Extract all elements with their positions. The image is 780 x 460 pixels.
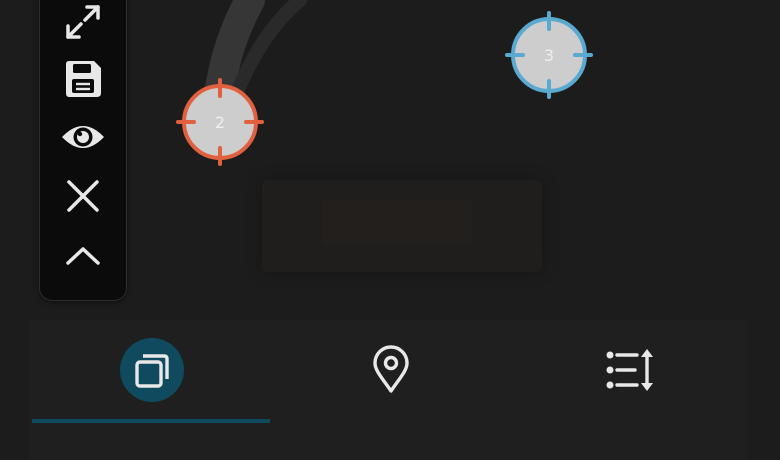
eye-icon (62, 126, 104, 148)
expand-icon (66, 5, 100, 39)
save-icon (66, 61, 101, 97)
close-button[interactable] (40, 168, 126, 224)
tab-locations[interactable] (271, 320, 510, 420)
active-tab-underline (32, 419, 270, 423)
layers-icon (134, 354, 169, 388)
faint-overlay-inner (322, 200, 472, 245)
location-pin-icon (372, 345, 409, 393)
fullscreen-button[interactable] (40, 0, 126, 50)
waypoint-label: 3 (543, 45, 555, 65)
vertical-toolbar (40, 0, 126, 300)
tab-active-indicator (119, 338, 184, 402)
waypoint-marker-3[interactable]: 3 (503, 9, 595, 101)
waypoint-label: 2 (214, 112, 226, 132)
tab-layers[interactable] (32, 320, 271, 420)
chevron-up-icon (66, 247, 100, 265)
sort-list-icon (606, 349, 653, 391)
visibility-button[interactable] (40, 109, 126, 165)
tab-sort-list[interactable] (510, 320, 749, 420)
bottom-tab-bar (30, 320, 748, 460)
close-icon (67, 180, 99, 212)
waypoint-marker-2[interactable]: 2 (174, 76, 266, 168)
collapse-toolbar-button[interactable] (40, 228, 126, 284)
save-button[interactable] (40, 51, 126, 107)
